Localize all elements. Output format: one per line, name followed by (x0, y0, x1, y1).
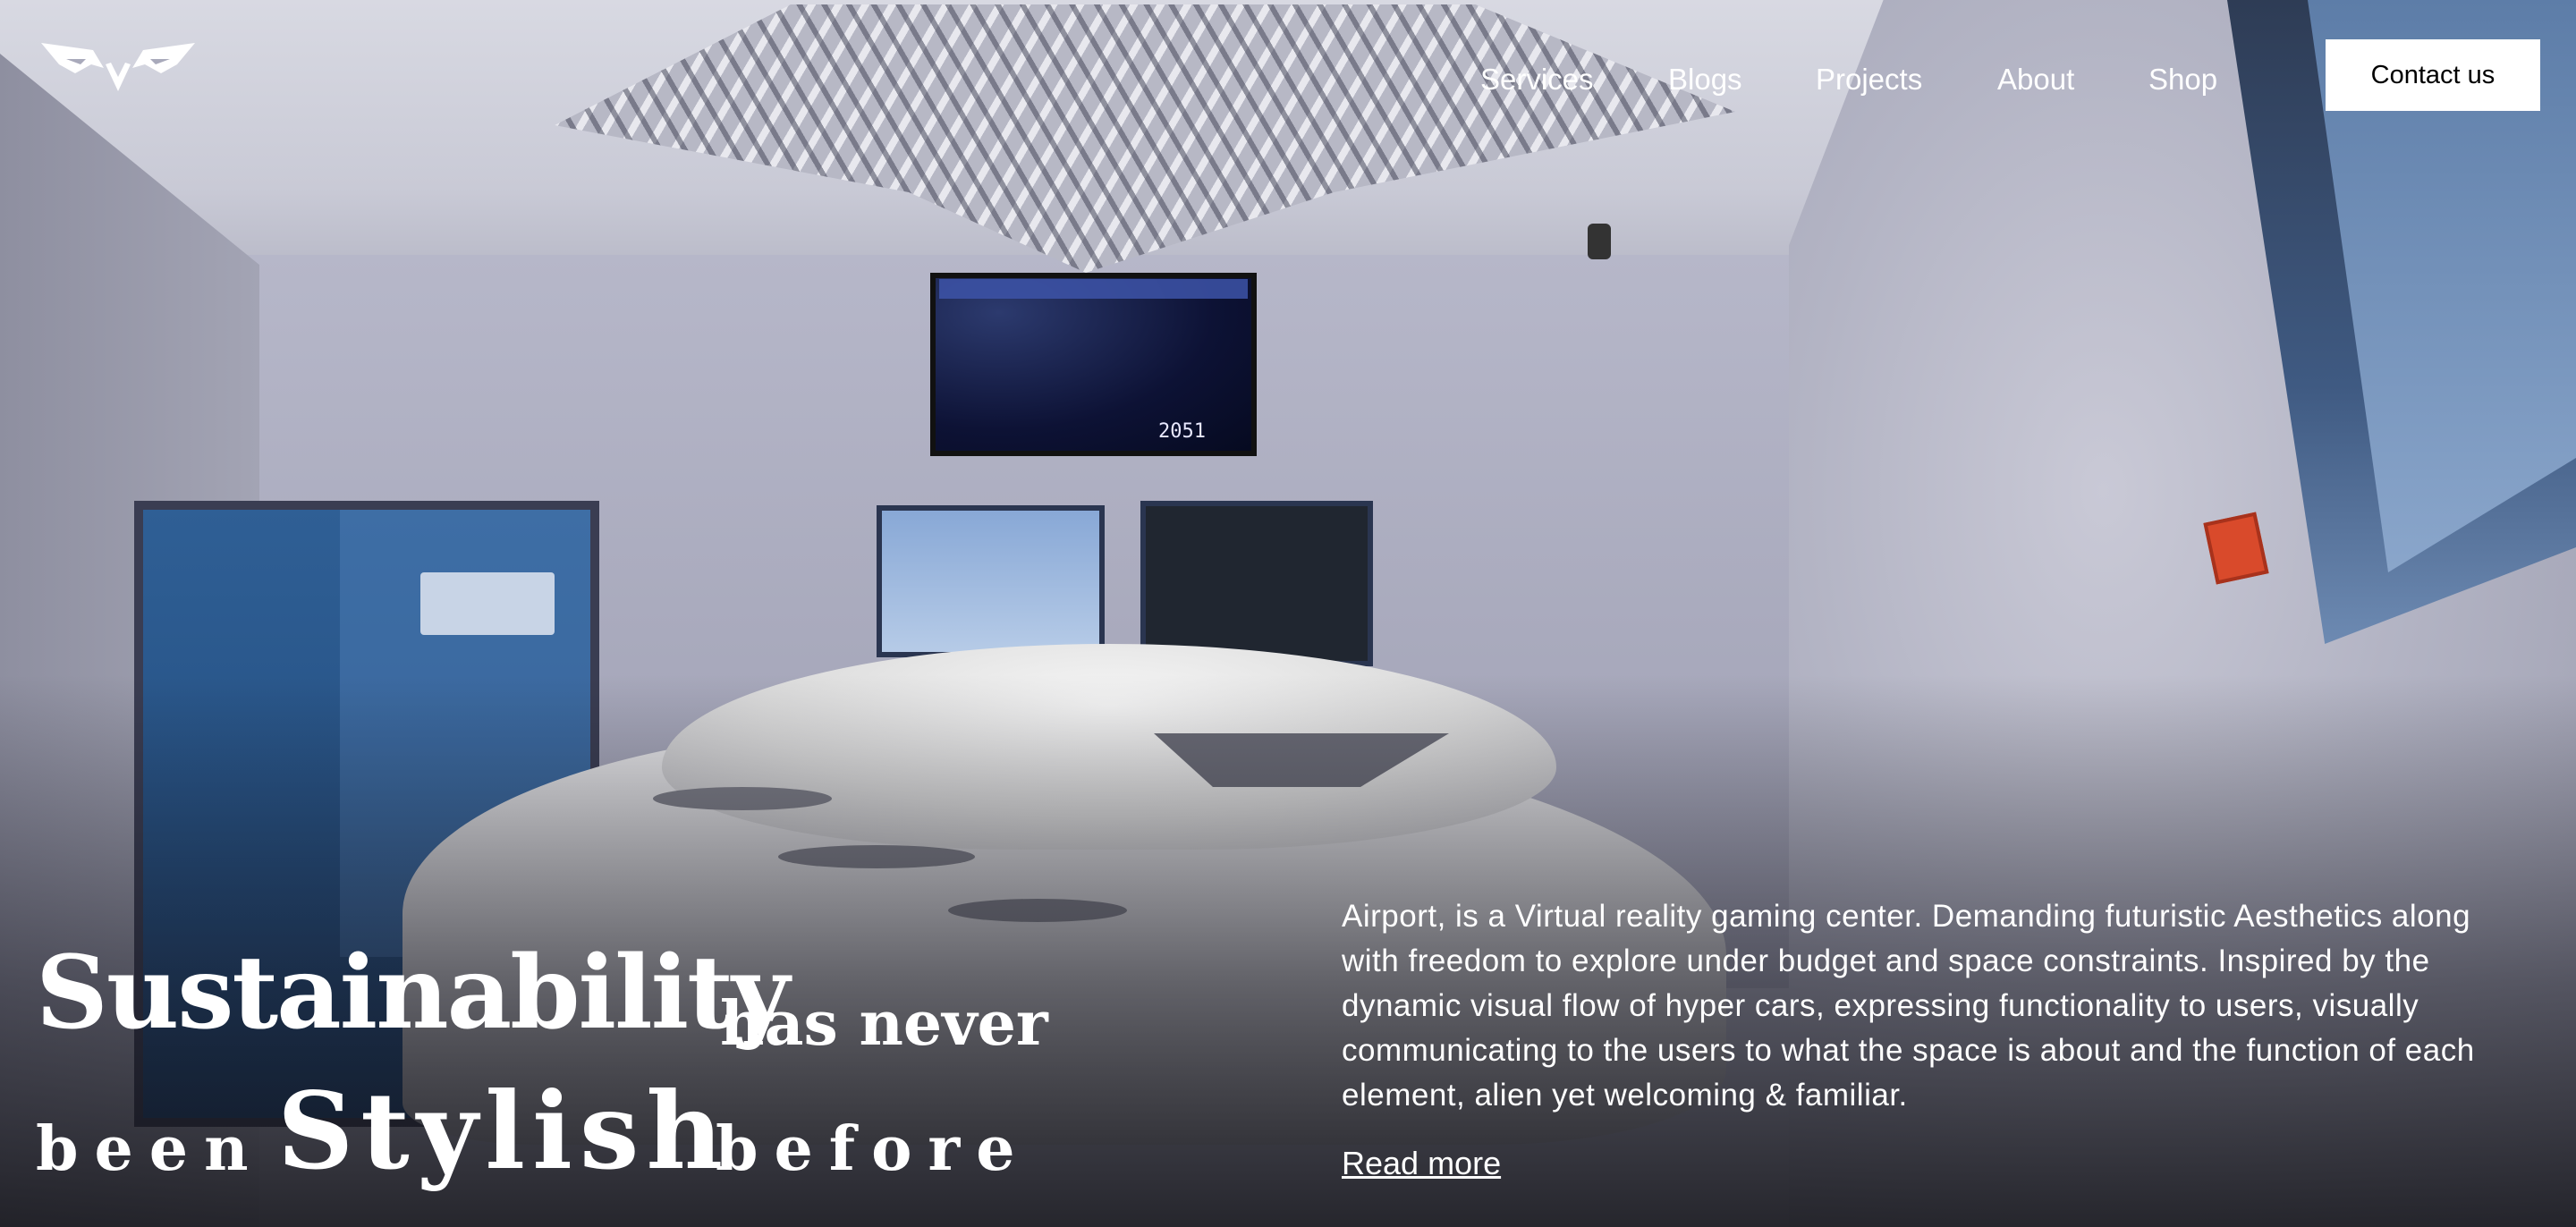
hero-section: 2051 Services Blogs Projects About Shop … (0, 0, 2576, 1227)
nav-services[interactable]: Services (1480, 63, 1594, 97)
nav-projects[interactable]: Projects (1816, 63, 1922, 97)
nav-shop[interactable]: Shop (2148, 63, 2217, 97)
project-description: Airport, is a Virtual reality gaming cen… (1342, 899, 2475, 1113)
nav-about[interactable]: About (1997, 63, 2074, 97)
headline-before: before (716, 1113, 1031, 1185)
headline-has-never: has never (720, 988, 1048, 1060)
headline-word-stylish: Stylish (277, 1069, 731, 1193)
headline-word-sustainability: Sustainability (36, 935, 790, 1052)
read-more-link[interactable]: Read more (1342, 1145, 1501, 1182)
headline-been: been (36, 1113, 265, 1185)
contact-button[interactable]: Contact us (2326, 39, 2540, 111)
winged-logo-icon[interactable] (39, 38, 197, 95)
nav-blogs[interactable]: Blogs (1668, 63, 1742, 97)
